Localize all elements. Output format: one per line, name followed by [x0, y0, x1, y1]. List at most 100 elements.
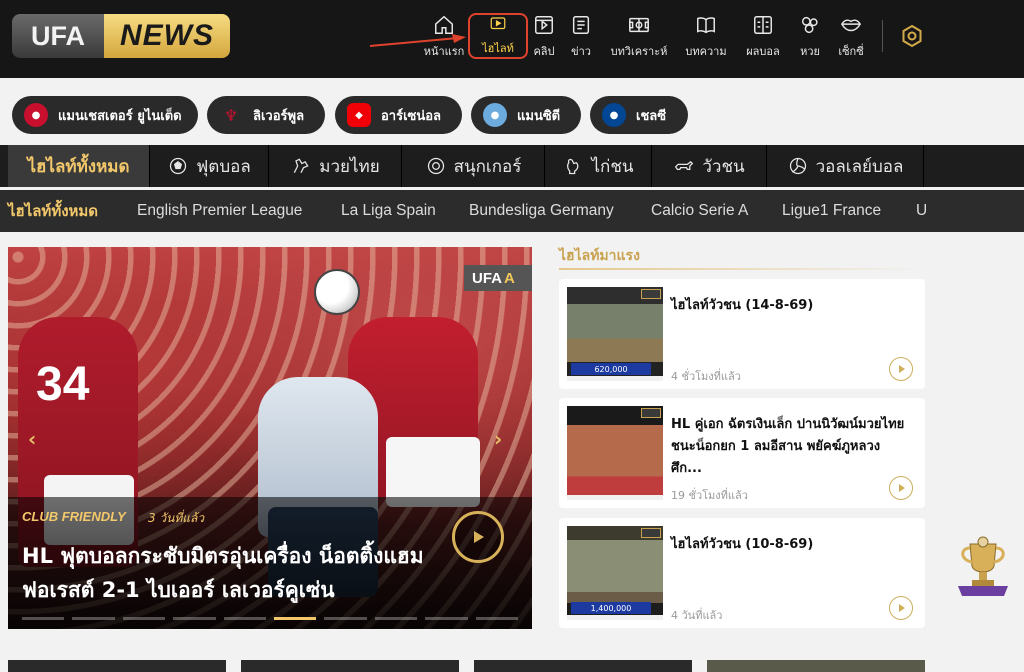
trophy-icon[interactable] [952, 536, 1014, 602]
nav-news[interactable]: ข่าว [568, 12, 594, 60]
carousel-dot[interactable] [324, 617, 367, 620]
boxing-icon [294, 158, 309, 173]
news-icon [572, 16, 590, 34]
team-pill-arsenal[interactable]: ◆ อาร์เซน่อล [335, 96, 462, 134]
nav-score[interactable]: ผลบอล [744, 12, 782, 60]
trending-card[interactable]: 1,400,000 ไฮไลท์วัวชน (10-8-69) 4 วันที่… [559, 518, 925, 628]
thumb-label: 620,000 [571, 363, 651, 375]
thumb-label: 1,400,000 [571, 602, 651, 614]
team-label: เชลซี [636, 108, 667, 124]
tab-label: ไก่ชน [591, 156, 634, 177]
team-label: อาร์เซน่อล [381, 108, 442, 124]
league-laliga[interactable]: La Liga Spain [341, 190, 436, 232]
carousel-dot[interactable] [425, 617, 468, 620]
thumb-bar [567, 376, 663, 381]
nav-article[interactable]: บทความ [683, 12, 729, 60]
highlight-thumb[interactable] [474, 660, 692, 672]
carousel-dot[interactable] [223, 617, 267, 620]
football-ball [314, 269, 360, 315]
tab-muay-thai[interactable]: มวยไทย [270, 145, 402, 187]
tab-all-highlights[interactable]: ไฮไลท์ทั้งหมด [8, 145, 150, 187]
league-all[interactable]: ไฮไลท์ทั้งหมด [8, 190, 98, 232]
nav-clip[interactable]: คลิป [531, 12, 557, 60]
player-number: 34 [36, 358, 90, 411]
chelsea-crest-icon: ● [602, 103, 626, 127]
play-button[interactable] [889, 476, 913, 500]
tab-label: วอลเลย์บอล [815, 156, 904, 177]
settings-icon[interactable] [900, 24, 924, 48]
play-button[interactable] [452, 511, 504, 563]
sport-category-bar: ไฮไลท์ทั้งหมด ฟุตบอล มวยไทย สนุกเกอร์ ไก… [0, 145, 1024, 187]
team-pill-man-utd[interactable]: ● แมนเชสเตอร์ ยูไนเต็ด [12, 96, 198, 134]
card-title[interactable]: ไฮไลท์วัวชน (10-8-69) [671, 534, 911, 556]
annotation-arrow [369, 34, 466, 47]
watermark-ufa: UFA [472, 269, 502, 287]
arsenal-crest-icon: ◆ [347, 103, 371, 127]
league-next[interactable]: U [916, 190, 927, 232]
hero-time: 3 วันที่แล้ว [148, 511, 205, 525]
home-icon [435, 15, 453, 34]
league-epl[interactable]: English Premier League [137, 190, 302, 232]
nav-score-label: ผลบอล [746, 45, 780, 58]
league-bundesliga[interactable]: Bundesliga Germany [469, 190, 614, 232]
play-icon [474, 531, 484, 543]
team-pill-chelsea[interactable]: ● เชลซี [590, 96, 688, 134]
nav-lottery[interactable]: หวย [797, 12, 823, 60]
hero-tag: CLUB FRIENDLY [22, 509, 126, 524]
card-title[interactable]: ไฮไลท์วัวชน (14-8-69) [671, 295, 911, 317]
tab-football[interactable]: ฟุตบอล [151, 145, 269, 187]
carousel-dot-active[interactable] [274, 617, 317, 620]
card-thumbnail: 1,400,000 [567, 526, 663, 620]
league-serie-a[interactable]: Calcio Serie A [651, 190, 748, 232]
highlight-thumb[interactable] [8, 660, 226, 672]
carousel-dot[interactable] [72, 617, 115, 620]
carousel-dot[interactable] [22, 617, 65, 620]
card-thumbnail [567, 406, 663, 500]
league-filter-bar: ไฮไลท์ทั้งหมด English Premier League La … [0, 190, 1024, 232]
more-highlights-row [0, 660, 1024, 672]
play-icon [899, 484, 905, 492]
analysis-icon [629, 17, 649, 33]
carousel-dot[interactable] [173, 617, 216, 620]
nav-sexy-label: เซ็กซี่ [838, 45, 864, 58]
chevron-right-icon[interactable]: › [494, 427, 502, 451]
carousel-dot[interactable] [122, 617, 166, 620]
carousel-dot[interactable] [475, 617, 519, 620]
football-icon [170, 157, 187, 175]
carousel-dot[interactable] [374, 617, 418, 620]
trending-card[interactable]: 620,000 ไฮไลท์วัวชน (14-8-69) 4 ชั่วโมงท… [559, 279, 925, 389]
play-icon [899, 604, 905, 612]
thumb-logo [641, 408, 661, 418]
highlight-thumb[interactable] [707, 660, 925, 672]
tab-label: ไฮไลท์ทั้งหมด [27, 156, 130, 177]
nav-sexy[interactable]: เซ็กซี่ [836, 12, 866, 60]
bull-icon [675, 161, 694, 170]
card-title[interactable]: HL คู่เอก ฉัตรเงินเล็ก ปานนิวัฒน์มวยไทย … [671, 414, 911, 480]
team-pill-man-city[interactable]: ● แมนซิตี [471, 96, 581, 134]
card-time: 19 ชั่วโมงที่แล้ว [671, 489, 748, 502]
highlight-thumb[interactable] [241, 660, 459, 672]
team-pill-liverpool[interactable]: ♆ ลิเวอร์พูล [207, 96, 325, 134]
hero-highlight[interactable]: 34 UFA A ‹ › CLUB FRIENDLY 3 วันที่แล้ว H… [8, 247, 532, 629]
volleyball-icon [789, 157, 806, 175]
tab-label: สนุกเกอร์ [453, 156, 522, 177]
logo-ufa-text: UFA [12, 14, 104, 58]
chevron-left-icon[interactable]: ‹ [28, 427, 36, 451]
card-time: 4 วันที่แล้ว [671, 609, 723, 622]
scoreboard-icon [754, 16, 772, 34]
tab-rooster[interactable]: ไก่ชน [546, 145, 652, 187]
nav-lottery-label: หวย [800, 45, 820, 58]
nav-divider [882, 20, 883, 52]
league-ligue1[interactable]: Ligue1 France [782, 190, 881, 232]
play-button[interactable] [889, 596, 913, 620]
tab-snooker[interactable]: สนุกเกอร์ [403, 145, 545, 187]
play-button[interactable] [889, 357, 913, 381]
site-logo[interactable]: UFA NEWS [12, 14, 230, 58]
tab-bull[interactable]: วัวชน [653, 145, 767, 187]
trending-card[interactable]: HL คู่เอก ฉัตรเงินเล็ก ปานนิวัฒน์มวยไทย … [559, 398, 925, 508]
hero-title[interactable]: HL ฟุตบอลกระชับมิตรอุ่นเครื่อง น็อตติ้งแ… [22, 539, 462, 607]
nav-analysis[interactable]: บทวิเคราะห์ [608, 12, 670, 60]
tab-volleyball[interactable]: วอลเลย์บอล [768, 145, 924, 187]
nav-highlight[interactable]: ไฮไลท์ [468, 13, 528, 59]
card-thumbnail: 620,000 [567, 287, 663, 381]
